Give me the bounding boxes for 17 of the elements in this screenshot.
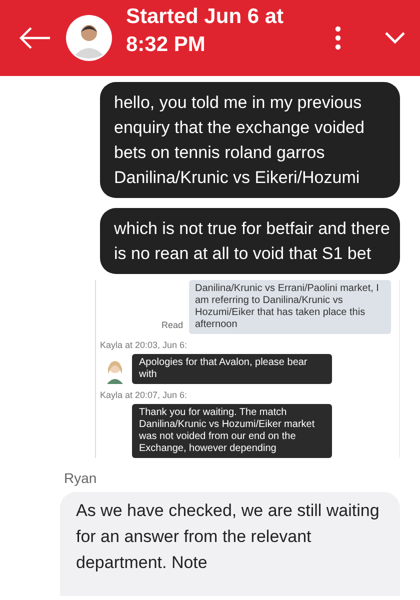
- conversation-title: Started Jun 6 at 8:32 PM: [126, 4, 285, 58]
- message-bubble: Danilina/Krunic vs Errani/Paolini market, I am referring to Danilina/Krunic vs Hozumi/Eiker that has taken place this afternoon: [189, 280, 391, 334]
- read-receipt: Read: [161, 320, 183, 332]
- message-meta: Kayla at 20:03, Jun 6:: [100, 340, 188, 350]
- back-icon[interactable]: [18, 26, 52, 50]
- avatar-icon: [104, 358, 126, 384]
- message-meta: Kayla at 20:07, Jun 6:: [100, 390, 188, 400]
- message-bubble: Thank you for waiting. The match Danilina/Krunic vs Hozumi/Eiker market was not voided from our end on the Exchange, however depending: [132, 404, 332, 458]
- screenshot-attachment[interactable]: [95, 280, 400, 458]
- message-bubble: hello, you told me in my previous enquiry that the exchange voided bets on tennis roland garros Danilina/Krunic vs Eikeri/Hozumi: [100, 82, 400, 198]
- avatar-icon: [66, 15, 112, 61]
- message-bubble: As we have checked, we are still waiting for an answer from the relevant department. Note: [60, 492, 400, 596]
- sender-name: Ryan: [63, 470, 98, 486]
- message-bubble: Apologies for that Avalon, please bear with: [132, 354, 332, 384]
- more-icon[interactable]: [334, 25, 342, 51]
- message-bubble: which is not true for betfair and there is no rean at all to void that S1 bet: [100, 208, 400, 274]
- chevron-down-icon[interactable]: [384, 31, 406, 45]
